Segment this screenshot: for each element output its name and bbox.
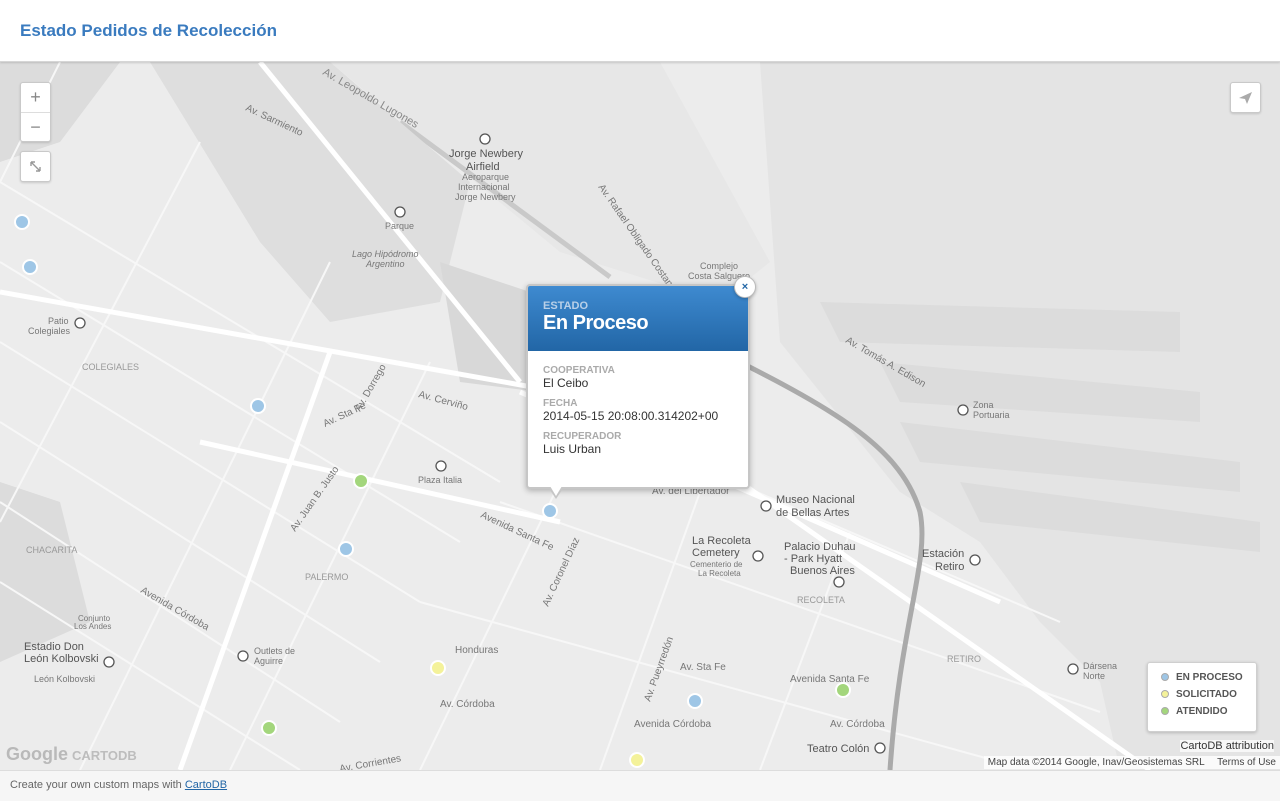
marker-solicitado[interactable] xyxy=(430,660,446,676)
cartodb-attribution[interactable]: CartoDB attribution xyxy=(1180,740,1274,752)
marker-en-proceso[interactable] xyxy=(338,541,354,557)
legend-swatch xyxy=(1161,673,1169,681)
terms-link[interactable]: Terms of Use xyxy=(1217,757,1276,768)
map-data-text: Map data ©2014 Google, Inav/Geosistemas … xyxy=(987,757,1205,768)
legend-item-atendido: ATENDIDO xyxy=(1148,703,1256,720)
marker-en-proceso[interactable] xyxy=(687,693,703,709)
zoom-in-button[interactable]: + xyxy=(21,83,50,113)
google-logo: Google xyxy=(6,744,68,764)
map-canvas[interactable]: Jorge Newbery Airfield Aeroparque Intern… xyxy=(0,62,1280,770)
zoom-out-button[interactable]: − xyxy=(21,113,50,142)
marker-en-proceso[interactable] xyxy=(250,398,266,414)
share-icon xyxy=(1239,92,1252,104)
legend-swatch xyxy=(1161,707,1169,715)
legend-item-solicitado: SOLICITADO xyxy=(1148,686,1256,703)
marker-atendido[interactable] xyxy=(261,720,277,736)
legend-label: SOLICITADO xyxy=(1176,689,1237,700)
marker-en-proceso[interactable] xyxy=(22,259,38,275)
close-icon[interactable]: × xyxy=(734,276,756,298)
footer-text: Create your own custom maps with CartoDB xyxy=(10,779,227,791)
marker-solicitado[interactable] xyxy=(629,752,645,768)
infowindow: ESTADO En Proceso COOPERATIVA El Ceibo F… xyxy=(526,284,750,499)
infowindow-tip-inner xyxy=(550,486,562,496)
cooperativa-value: El Ceibo xyxy=(543,376,589,390)
marker-en-proceso[interactable] xyxy=(542,503,558,519)
estado-label: ESTADO xyxy=(543,300,589,312)
legend-label: EN PROCESO xyxy=(1176,672,1243,683)
footer-message: Create your own custom maps with xyxy=(10,779,182,791)
recuperador-value: Luis Urban xyxy=(543,442,602,456)
marker-atendido[interactable] xyxy=(353,473,369,489)
infowindow-body: COOPERATIVA El Ceibo FECHA 2014-05-15 20… xyxy=(528,351,748,476)
legend-item-en-proceso: EN PROCESO xyxy=(1148,669,1256,686)
fullscreen-icon xyxy=(30,161,41,172)
legend-label: ATENDIDO xyxy=(1176,706,1228,717)
marker-atendido[interactable] xyxy=(835,682,851,698)
fullscreen-button[interactable] xyxy=(20,151,51,182)
estado-value: En Proceso xyxy=(543,312,649,334)
marker-en-proceso[interactable] xyxy=(14,214,30,230)
cooperativa-label: COOPERATIVA xyxy=(543,365,615,376)
infowindow-header: ESTADO En Proceso xyxy=(528,286,748,351)
fecha-value: 2014-05-15 20:08:00.314202+00 xyxy=(543,409,719,423)
legend: EN PROCESO SOLICITADO ATENDIDO xyxy=(1147,662,1257,732)
footer: Create your own custom maps with CartoDB xyxy=(0,770,1280,801)
cartodb-logo: CARTODB xyxy=(72,748,137,763)
legend-swatch xyxy=(1161,690,1169,698)
map-data-attribution: Map data ©2014 Google, Inav/Geosistemas … xyxy=(983,756,1280,769)
page-title: Estado Pedidos de Recolección xyxy=(20,21,277,40)
recuperador-label: RECUPERADOR xyxy=(543,431,622,442)
zoom-control: + − xyxy=(20,82,51,142)
cartodb-link[interactable]: CartoDB xyxy=(185,779,227,791)
app-header: Estado Pedidos de Recolección xyxy=(0,0,1280,62)
fecha-label: FECHA xyxy=(543,398,578,409)
share-button[interactable] xyxy=(1230,82,1261,113)
